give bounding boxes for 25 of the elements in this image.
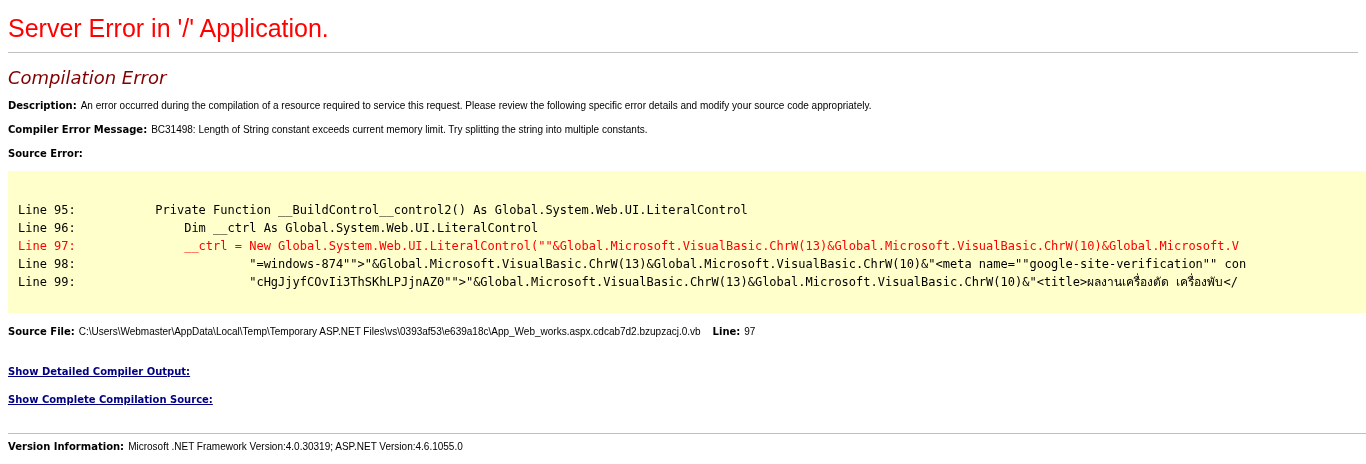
field-value: 97 bbox=[744, 326, 756, 337]
code-line: Private Function __BuildControl__control2() As Global.System.Web.UI.LiteralControl bbox=[155, 202, 748, 219]
field-value: An error occurred during the compilation of a resource required to service this request. Please review the following specific error details and modify your source code appropriately. bbox=[80, 100, 872, 111]
field-label: Source File: bbox=[8, 326, 75, 337]
line-number: Line 95: bbox=[18, 202, 77, 219]
field-value: C:\Users\Webmaster\AppData\Local\Temp\Temporary ASP.NET Files\vs\0393af53\e639a18c\App_Web_works.aspx.cdcab7d2.bzupzacj.0.vb bbox=[78, 326, 701, 337]
code-line: __ctrl = New Global.System.Web.UI.LiteralControl(""&Global.Microsoft.VisualBasic.ChrW(13)&Global.Microsoft.VisualBasic.ChrW(10)&Global.Microsoft.V bbox=[183, 238, 1239, 255]
field-value: BC31498: Length of String constant exceeds current memory limit. Try splitting the string into multiple constants. bbox=[151, 124, 648, 135]
field-value: Microsoft .NET Framework Version:4.0.30319; ASP.NET Version:4.6.1055.0 bbox=[128, 441, 463, 452]
line-number: Line 96: bbox=[18, 220, 77, 237]
field-label: Compiler Error Message: bbox=[8, 124, 148, 135]
code-line: "cHgJjyfCOvIi3ThSKhLPJjnAZ0"">"&Global.Microsoft.VisualBasic.ChrW(13)&Global.Microsoft.VisualBasic.ChrW(10)&"<title>ผลงานเครื่องตัด เครื่องพับ</ bbox=[248, 273, 1238, 291]
line-number: Line 98: bbox=[18, 256, 77, 273]
page-title: Server Error in '/' Application. bbox=[8, 13, 330, 44]
code-line: Dim __ctrl As Global.System.Web.UI.LiteralControl bbox=[183, 220, 539, 237]
line-number: Line 99: bbox=[18, 274, 77, 291]
expand-link[interactable]: Show Complete Compilation Source: bbox=[8, 393, 213, 407]
field-label: Version Information: bbox=[8, 441, 125, 452]
line-number: Line 97: bbox=[18, 238, 77, 255]
expand-link[interactable]: Show Detailed Compiler Output: bbox=[8, 365, 191, 379]
field-label: Description: bbox=[8, 100, 77, 111]
error-heading: Compilation Error bbox=[8, 67, 169, 89]
field-label: Source Error: bbox=[8, 148, 83, 159]
code-line: "=windows-874"">"&Global.Microsoft.VisualBasic.ChrW(13)&Global.Microsoft.VisualBasic.ChrW(10)&"<meta name=""google-site-verification"" con bbox=[248, 256, 1247, 273]
field-label: Line: bbox=[712, 326, 741, 337]
